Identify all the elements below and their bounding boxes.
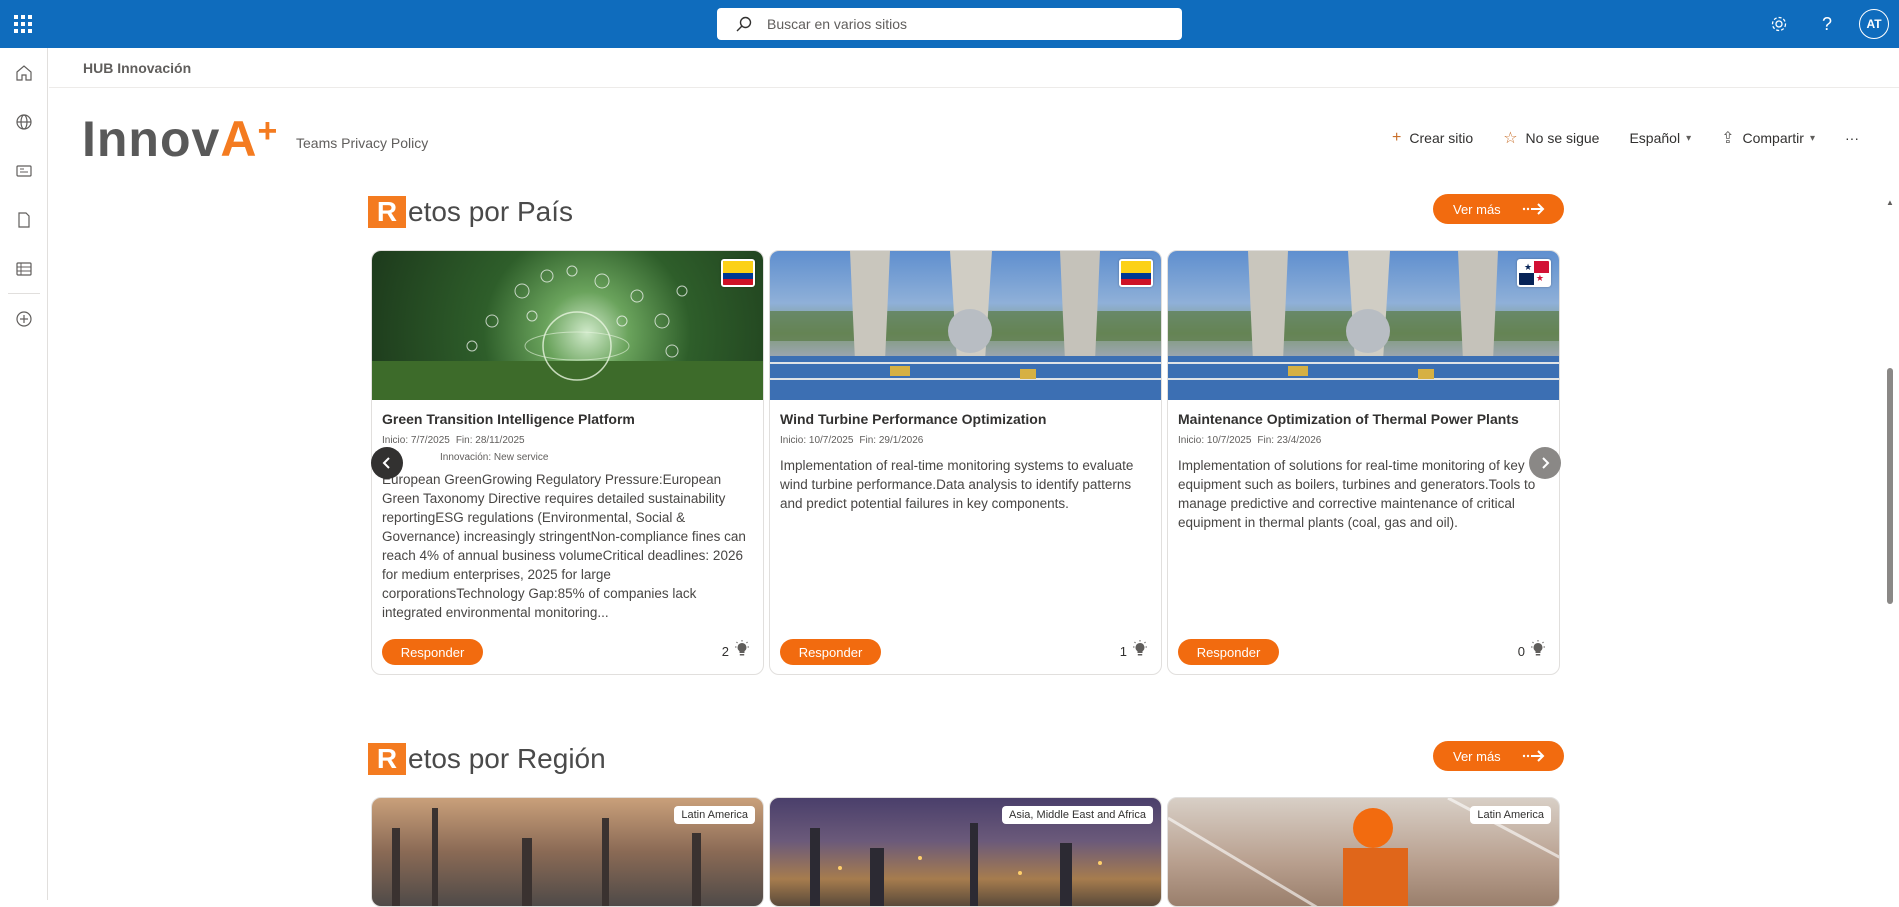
colombia-flag-icon xyxy=(1119,259,1153,287)
challenge-card[interactable]: Wind Turbine Performance Optimization In… xyxy=(769,250,1162,675)
carousel-previous-button[interactable] xyxy=(371,447,403,479)
respond-button[interactable]: Responder xyxy=(382,639,483,665)
star-icon: ☆ xyxy=(1503,130,1518,147)
card-dates: Inicio: 10/7/2025 Fin: 23/4/2026 xyxy=(1178,435,1322,446)
avatar[interactable]: AT xyxy=(1859,9,1889,39)
ideas-count: 2 xyxy=(721,644,729,659)
more-options-button[interactable]: ··· xyxy=(1845,130,1859,146)
section-title-region: R etos por Región xyxy=(368,743,606,775)
globe-icon[interactable] xyxy=(0,97,48,146)
site-nav-link[interactable]: Teams Privacy Policy xyxy=(296,135,428,151)
card-title[interactable]: Green Transition Intelligence Platform xyxy=(382,411,753,427)
site-logo[interactable]: InnovA+ xyxy=(82,112,278,170)
section-title-country: R etos por País xyxy=(368,196,573,228)
help-icon[interactable]: ? xyxy=(1803,0,1851,48)
search-icon xyxy=(735,15,753,33)
lightbulb-icon xyxy=(735,640,749,656)
settings-gear-icon[interactable] xyxy=(1755,0,1803,48)
carousel-next-button[interactable] xyxy=(1529,447,1561,479)
hub-site-name[interactable]: HUB Innovación xyxy=(83,60,191,76)
news-icon[interactable] xyxy=(0,146,48,195)
ideas-count: 1 xyxy=(1119,644,1127,659)
search-box[interactable]: Buscar en varios sitios xyxy=(717,8,1182,40)
page-scrollbar[interactable]: ▲ xyxy=(1886,198,1894,900)
app-launcher-icon[interactable] xyxy=(0,0,46,48)
home-icon[interactable] xyxy=(0,48,48,97)
chevron-down-icon: ▾ xyxy=(1809,132,1815,144)
card-dates: Inicio: 10/7/2025 Fin: 29/1/2026 xyxy=(780,435,924,446)
card-description: Implementation of real-time monitoring s… xyxy=(780,458,1134,511)
card-title[interactable]: Wind Turbine Performance Optimization xyxy=(780,411,1151,427)
chevron-right-icon xyxy=(1542,457,1550,469)
command-bar: + Crear sitio ☆ No se sigue Español ▾ ⇪ … xyxy=(1362,128,1859,148)
follow-button[interactable]: ☆ No se sigue xyxy=(1503,128,1599,148)
language-dropdown[interactable]: Español ▾ xyxy=(1629,130,1691,146)
challenge-card[interactable]: ★ ★ Maintenance Optimization of Thermal P… xyxy=(1167,250,1560,675)
region-card[interactable]: Latin America xyxy=(1167,797,1560,907)
region-label: Asia, Middle East and Africa xyxy=(1002,806,1153,824)
card-description: Implementation of solutions for real-tim… xyxy=(1178,458,1536,530)
plus-icon: + xyxy=(1392,129,1402,146)
scrollbar-thumb[interactable] xyxy=(1887,368,1893,604)
arrow-right-icon xyxy=(1522,750,1545,762)
card-innovation-type: Innovación: New service xyxy=(440,452,549,463)
card-image xyxy=(372,251,763,400)
chevron-down-icon: ▾ xyxy=(1686,132,1692,144)
panama-flag-icon: ★ ★ xyxy=(1517,259,1551,287)
arrow-right-icon xyxy=(1522,203,1545,215)
left-app-bar xyxy=(0,48,48,900)
respond-button[interactable]: Responder xyxy=(780,639,881,665)
add-circle-icon[interactable] xyxy=(0,294,48,343)
region-card[interactable]: Latin America xyxy=(371,797,764,907)
lightbulb-icon xyxy=(1133,640,1147,656)
card-description: European GreenGrowing Regulatory Pressur… xyxy=(382,472,746,620)
card-dates: Inicio: 7/7/2025 Fin: 28/11/2025 xyxy=(382,435,525,446)
create-site-button[interactable]: + Crear sitio xyxy=(1392,129,1473,147)
card-image: ★ ★ xyxy=(1168,251,1559,400)
see-more-region-button[interactable]: Ver más xyxy=(1433,741,1564,771)
search-placeholder: Buscar en varios sitios xyxy=(767,16,908,32)
card-image xyxy=(770,251,1161,400)
region-label: Latin America xyxy=(1470,806,1551,824)
share-icon: ⇪ xyxy=(1721,130,1735,147)
chevron-left-icon xyxy=(382,457,390,469)
challenge-card[interactable]: Green Transition Intelligence Platform I… xyxy=(371,250,764,675)
scroll-up-icon[interactable]: ▲ xyxy=(1886,198,1894,207)
ideas-count: 0 xyxy=(1517,644,1525,659)
lightbulb-icon xyxy=(1531,640,1545,656)
region-card[interactable]: Asia, Middle East and Africa xyxy=(769,797,1162,907)
share-button[interactable]: ⇪ Compartir ▾ xyxy=(1721,128,1815,148)
colombia-flag-icon xyxy=(721,259,755,287)
region-label: Latin America xyxy=(674,806,755,824)
document-icon[interactable] xyxy=(0,195,48,244)
card-title[interactable]: Maintenance Optimization of Thermal Powe… xyxy=(1178,411,1549,427)
see-more-country-button[interactable]: Ver más xyxy=(1433,194,1564,224)
respond-button[interactable]: Responder xyxy=(1178,639,1279,665)
suite-bar: Buscar en varios sitios ? AT xyxy=(0,0,1899,48)
hub-navigation-bar: HUB Innovación xyxy=(49,48,1899,88)
list-icon[interactable] xyxy=(0,244,48,293)
